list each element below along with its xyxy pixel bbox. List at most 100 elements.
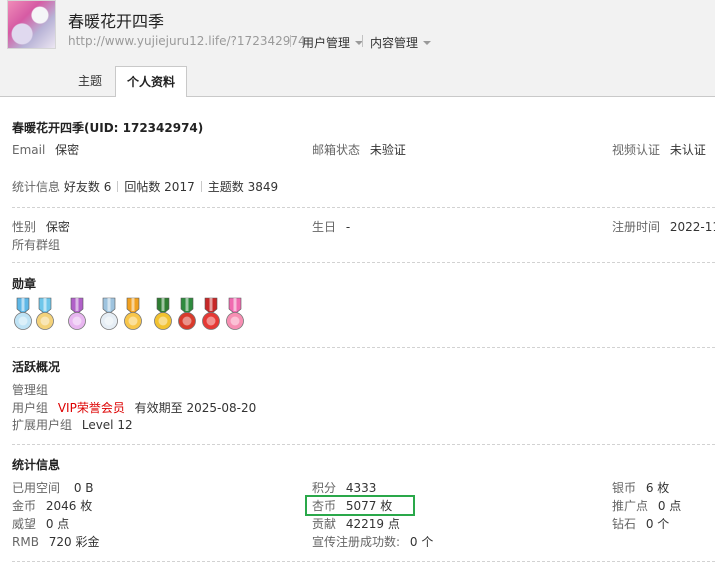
valid-until: 有效期至 2025-08-20 [134, 401, 257, 415]
space-label: 已用空间 [12, 481, 61, 495]
topics-count-label: 主题数 [207, 180, 244, 194]
promote-label: 推广点 [612, 499, 649, 513]
ext-group-row: 扩展用户组 Level 12 [12, 418, 133, 432]
stats-divider [200, 181, 202, 192]
avatar[interactable] [7, 0, 56, 49]
mail-status-label: 邮箱状态 [312, 143, 361, 157]
ext-group-label: 扩展用户组 [12, 418, 73, 432]
rmb-label: RMB [12, 535, 39, 549]
medal-green-shield-icon[interactable] [152, 297, 174, 331]
promo-label: 宣传注册成功数: [312, 535, 401, 549]
space-header: 春暖花开四季 http://www.yujiejuru12.life/?1723… [0, 0, 715, 97]
prestige-label: 威望 [12, 517, 37, 531]
space-row: 已用空间 0 B [12, 481, 94, 495]
section-divider [12, 561, 715, 562]
content-manage-menu[interactable]: 内容管理 [370, 34, 432, 51]
statistics-title: 统计信息 [12, 458, 61, 472]
gold-label: 金币 [12, 499, 37, 513]
prestige-row: 威望 0 点 [12, 517, 69, 531]
promo-row: 宣传注册成功数: 0 个 [312, 535, 433, 549]
silver-row: 银币 6 枚 [612, 481, 669, 495]
points-value: 4333 [345, 481, 377, 495]
tab-profile[interactable]: 个人资料 [115, 66, 187, 97]
email-row: Email 保密 [12, 143, 79, 157]
email-value: 保密 [55, 143, 80, 157]
activity-title: 活跃概况 [12, 360, 61, 374]
diamond-row: 钻石 0 个 [612, 517, 669, 531]
chevron-down-icon [423, 41, 432, 45]
user-group-label: 用户组 [12, 401, 49, 415]
ext-group-value: Level 12 [81, 418, 133, 432]
points-label: 积分 [312, 481, 337, 495]
highlight-box [305, 495, 415, 516]
contribution-row: 贡献 42219 点 [312, 517, 400, 531]
regtime-value: 2022-11 [669, 220, 715, 234]
admin-group-label: 管理组 [12, 383, 49, 397]
section-divider [12, 207, 715, 208]
promo-value: 0 个 [409, 535, 434, 549]
medal-bird-icon[interactable] [122, 297, 144, 331]
header-divider [362, 35, 363, 47]
topics-count-value[interactable]: 3849 [248, 180, 279, 194]
gender-row: 性别 保密 [12, 220, 70, 234]
gold-value: 2046 枚 [45, 499, 93, 513]
gold-row: 金币 2046 枚 [12, 499, 92, 513]
video-auth-value: 未认证 [669, 143, 706, 157]
medals-title: 勋章 [12, 277, 37, 291]
replies-value[interactable]: 2017 [164, 180, 195, 194]
silver-label: 银币 [612, 481, 637, 495]
section-divider [12, 444, 715, 445]
regtime-label: 注册时间 [612, 220, 661, 234]
friends-label: 好友数 [63, 180, 100, 194]
replies-label: 回帖数 [124, 180, 161, 194]
medal-silver-icon[interactable] [98, 297, 120, 331]
diamond-value: 0 个 [645, 517, 670, 531]
profile-name-uid: 春暖花开四季(UID: 172342974) [12, 121, 204, 135]
silver-value: 6 枚 [645, 481, 670, 495]
user-manage-label: 用户管理 [302, 36, 351, 50]
header-divider [290, 35, 291, 47]
medal-pink-flower-icon[interactable] [224, 297, 246, 331]
stats-divider [117, 181, 119, 192]
rmb-row: RMB 720 彩金 [12, 535, 100, 549]
video-auth-row: 视频认证 未认证 [612, 143, 706, 157]
space-url[interactable]: http://www.yujiejuru12.life/?172342974 [68, 34, 306, 48]
section-divider [12, 347, 715, 348]
mail-status-value: 未验证 [369, 143, 406, 157]
birthday-value: - [345, 220, 351, 234]
app-root: 春暖花开四季 http://www.yujiejuru12.life/?1723… [0, 0, 715, 566]
stats-label: 统计信息 [12, 180, 61, 194]
birthday-row: 生日 - [312, 220, 350, 234]
friends-value[interactable]: 6 [104, 180, 112, 194]
all-groups-label: 所有群组 [12, 238, 61, 252]
contribution-label: 贡献 [312, 517, 337, 531]
content-manage-label: 内容管理 [370, 36, 419, 50]
medal-blue-ribbon-icon[interactable] [12, 297, 34, 331]
medal-purple-icon[interactable] [66, 297, 88, 331]
stats-row: 统计信息 好友数 6 回帖数 2017 主题数 3849 [12, 180, 278, 194]
tab-topics[interactable]: 主题 [66, 66, 114, 96]
medal-pokeball-icon[interactable] [200, 297, 222, 331]
points-row: 积分 4333 [312, 481, 376, 495]
gender-value: 保密 [45, 220, 70, 234]
section-divider [12, 262, 715, 263]
rmb-value: 720 彩金 [48, 535, 100, 549]
medal-red-flag-icon[interactable] [176, 297, 198, 331]
prestige-value: 0 点 [45, 517, 70, 531]
regtime-row: 注册时间 2022-11 [612, 220, 715, 234]
diamond-label: 钻石 [612, 517, 637, 531]
space-value: 0 B [73, 481, 94, 495]
gender-label: 性别 [12, 220, 37, 234]
birthday-label: 生日 [312, 220, 337, 234]
mail-status-row: 邮箱状态 未验证 [312, 143, 406, 157]
user-group-row: 用户组 VIP荣誉会员 有效期至 2025-08-20 [12, 401, 256, 415]
contribution-value: 42219 点 [345, 517, 400, 531]
promote-row: 推广点 0 点 [612, 499, 681, 513]
space-title[interactable]: 春暖花开四季 [68, 8, 164, 32]
user-manage-menu[interactable]: 用户管理 [302, 34, 364, 51]
user-group-value[interactable]: VIP荣誉会员 [58, 401, 125, 415]
email-label: Email [12, 143, 46, 157]
medal-blue-gold-icon[interactable] [34, 297, 56, 331]
video-auth-label: 视频认证 [612, 143, 661, 157]
promote-value: 0 点 [657, 499, 682, 513]
